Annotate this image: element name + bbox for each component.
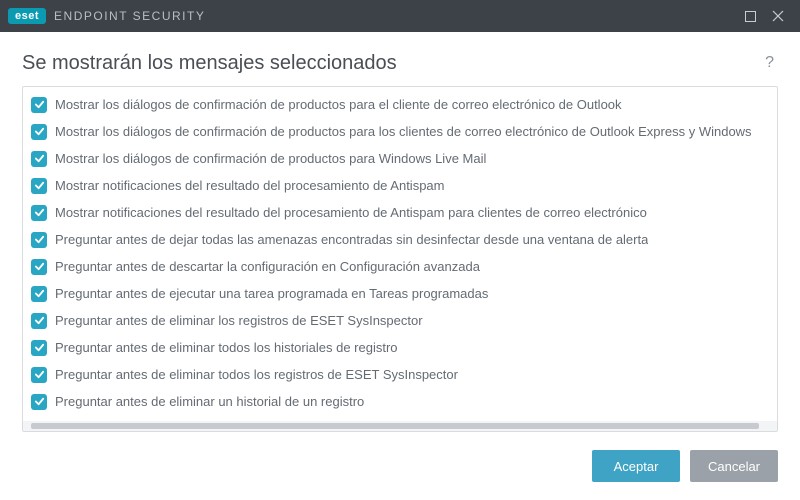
checkbox[interactable] <box>31 178 47 194</box>
list-item-label: Preguntar antes de eliminar todos los hi… <box>55 340 398 356</box>
list-item: Preguntar antes de descartar la configur… <box>23 253 777 280</box>
checkbox[interactable] <box>31 367 47 383</box>
list-item-label: Preguntar antes de eliminar los registro… <box>55 313 423 329</box>
list-item-label: Mostrar los diálogos de confirmación de … <box>55 97 622 113</box>
checkbox[interactable] <box>31 313 47 329</box>
list-item: Preguntar antes de eliminar todos los re… <box>23 361 777 388</box>
list-item-label: Preguntar antes de descartar la configur… <box>55 259 480 275</box>
list-item-label: Preguntar antes de ejecutar una tarea pr… <box>55 286 488 302</box>
list-item: Preguntar antes de dejar todas las amena… <box>23 226 777 253</box>
checkbox[interactable] <box>31 124 47 140</box>
window-maximize-button[interactable] <box>736 2 764 30</box>
list-item-label: Mostrar notificaciones del resultado del… <box>55 178 445 194</box>
list-item: Mostrar notificaciones del resultado del… <box>23 199 777 226</box>
list-item: Preguntar antes de ejecutar una tarea pr… <box>23 280 777 307</box>
checkbox[interactable] <box>31 97 47 113</box>
list-item: Preguntar antes de eliminar un historial… <box>23 388 777 415</box>
list-item-label: Mostrar los diálogos de confirmación de … <box>55 124 752 140</box>
list-item-label: Preguntar antes de eliminar un historial… <box>55 394 364 410</box>
accept-button[interactable]: Aceptar <box>592 450 680 482</box>
list-item: Mostrar los diálogos de confirmación de … <box>23 118 777 145</box>
list-item-label: Preguntar antes de dejar todas las amena… <box>55 232 648 248</box>
page-title: Se mostrarán los mensajes seleccionados <box>22 52 761 75</box>
list-item: Mostrar los diálogos de confirmación de … <box>23 145 777 172</box>
horizontal-scrollbar-thumb[interactable] <box>31 423 759 429</box>
list-item: Mostrar los diálogos de confirmación de … <box>23 91 777 118</box>
list-item: Preguntar antes de eliminar los registro… <box>23 307 777 334</box>
checkbox[interactable] <box>31 394 47 410</box>
message-list-panel: Mostrar los diálogos de confirmación de … <box>22 86 778 432</box>
list-item-label: Mostrar los diálogos de confirmación de … <box>55 151 486 167</box>
checkbox[interactable] <box>31 340 47 356</box>
list-item-label: Mostrar notificaciones del resultado del… <box>55 205 647 221</box>
titlebar: eset ENDPOINT SECURITY <box>0 0 800 32</box>
checkbox[interactable] <box>31 151 47 167</box>
checkbox[interactable] <box>31 259 47 275</box>
checkbox[interactable] <box>31 232 47 248</box>
list-item-label: Preguntar antes de eliminar todos los re… <box>55 367 458 383</box>
list-item: Mostrar notificaciones del resultado del… <box>23 172 777 199</box>
horizontal-scrollbar[interactable] <box>23 421 777 431</box>
brand-text: ENDPOINT SECURITY <box>54 9 205 23</box>
header: Se mostrarán los mensajes seleccionados … <box>0 32 800 86</box>
cancel-button[interactable]: Cancelar <box>690 450 778 482</box>
checkbox[interactable] <box>31 205 47 221</box>
brand-badge: eset <box>8 8 46 24</box>
window-close-button[interactable] <box>764 2 792 30</box>
help-icon[interactable]: ? <box>761 50 778 76</box>
dialog-footer: Aceptar Cancelar <box>0 436 800 500</box>
message-list-scroll[interactable]: Mostrar los diálogos de confirmación de … <box>23 87 777 421</box>
list-item: Preguntar antes de eliminar todos los hi… <box>23 334 777 361</box>
checkbox[interactable] <box>31 286 47 302</box>
